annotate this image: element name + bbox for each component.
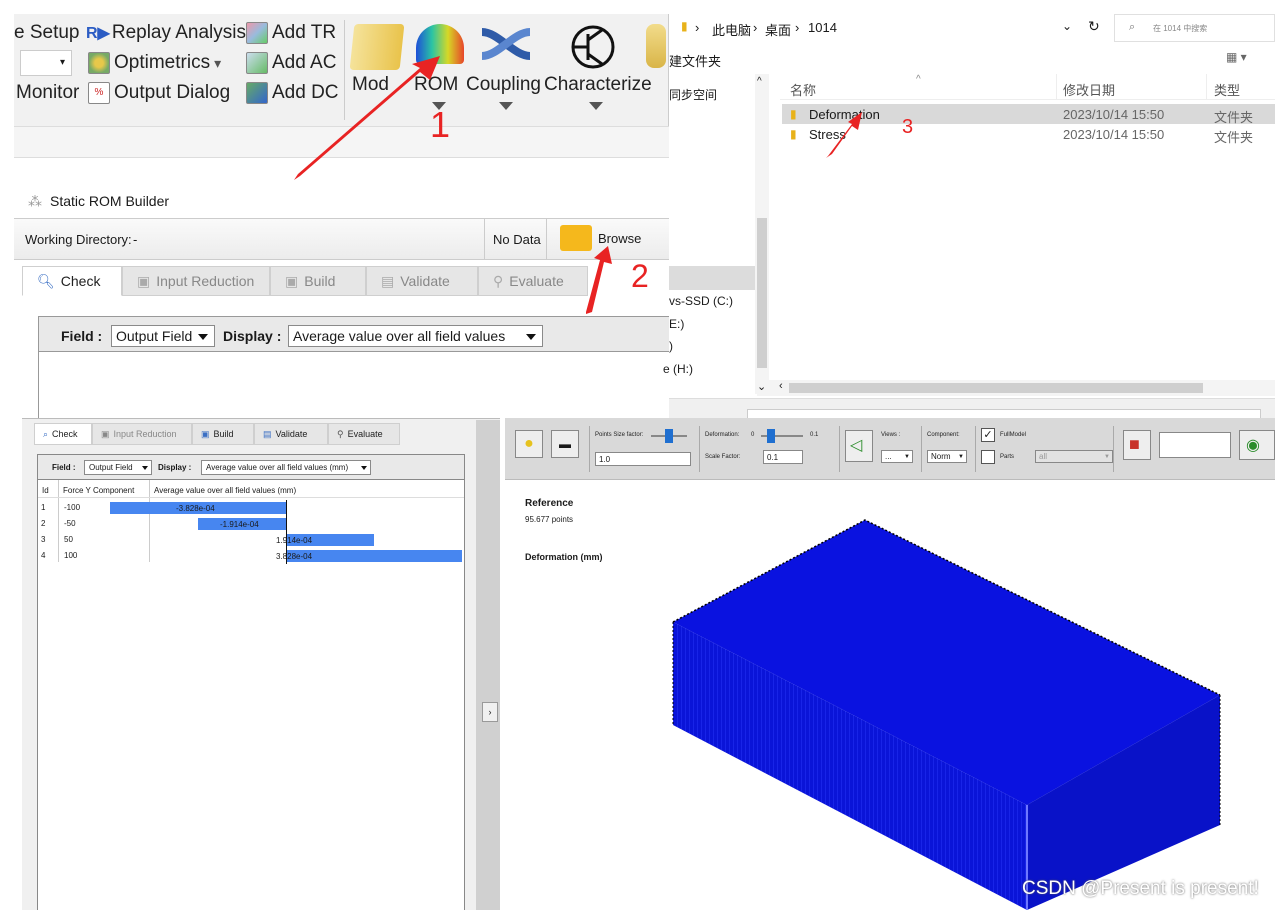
arrow-1 bbox=[294, 56, 440, 180]
annotation-step-1: 1 bbox=[430, 104, 451, 145]
arrow-3 bbox=[826, 112, 862, 158]
annotation-step-2: 2 bbox=[631, 258, 649, 294]
annotation-step-3: 3 bbox=[902, 116, 914, 138]
arrow-2 bbox=[586, 246, 612, 314]
watermark: CSDN @Present is present! bbox=[1022, 878, 1259, 899]
annotation-arrows bbox=[294, 56, 862, 314]
